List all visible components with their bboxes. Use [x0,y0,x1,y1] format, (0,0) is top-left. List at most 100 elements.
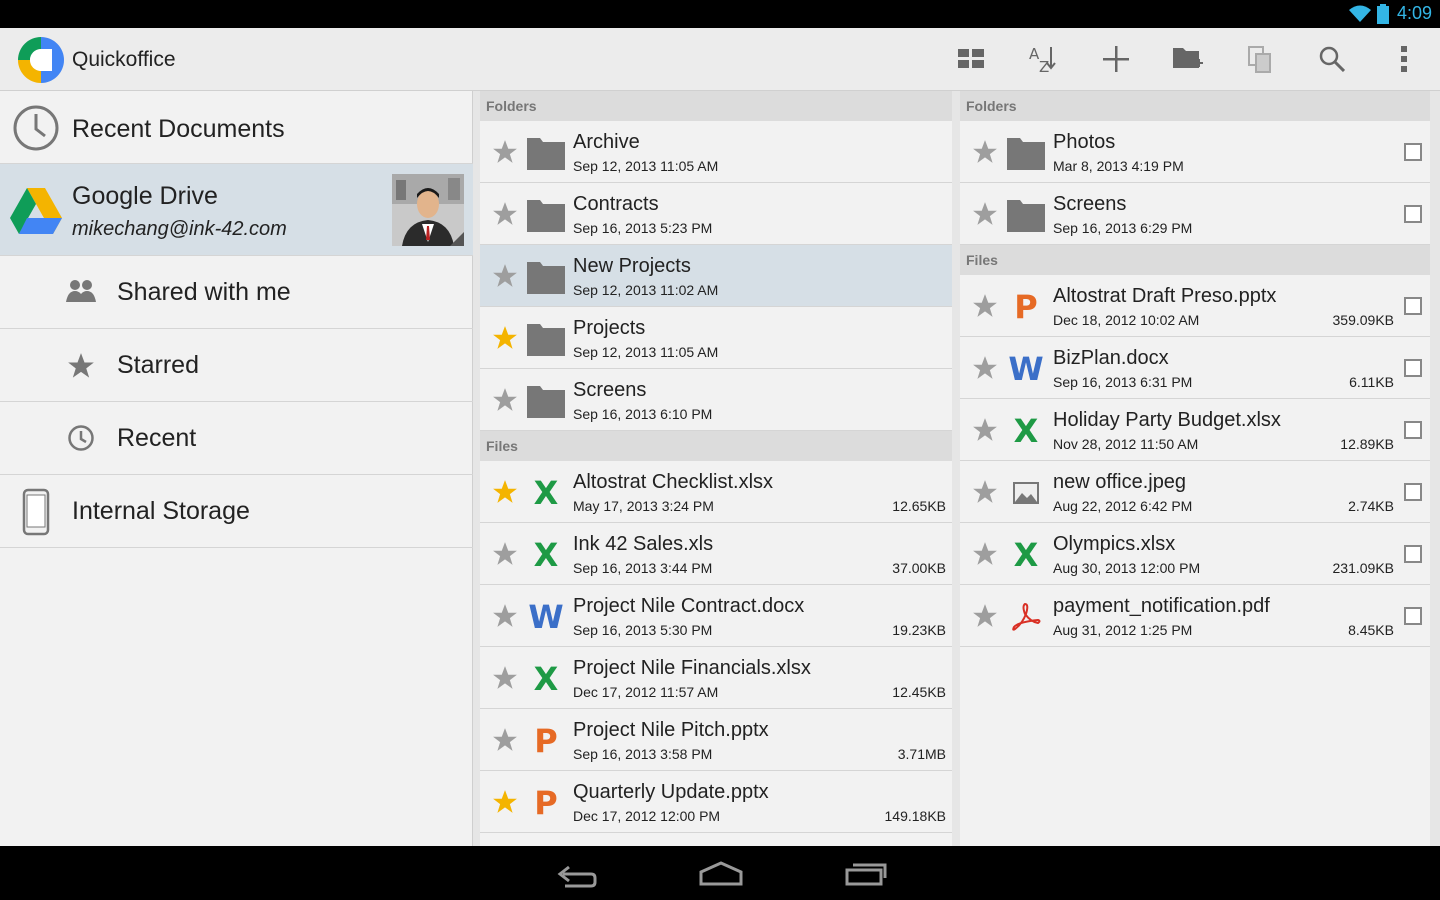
file-row[interactable]: P Project Nile Pitch.pptx Sep 16, 2013 3:5… [480,709,952,771]
star-outline-icon[interactable] [972,541,998,567]
file-row[interactable]: W Project Nile Contract.docx Sep 16, 2013 … [480,585,952,647]
navigation-drawer: Recent Documents Google Drive mikechang@… [0,91,473,846]
select-checkbox[interactable] [1404,143,1422,161]
star-filled-icon[interactable] [492,479,518,505]
new-folder-button[interactable] [1168,41,1208,77]
star-outline-icon[interactable] [492,541,518,567]
folder-row[interactable]: Archive Sep 12, 2013 11:05 AM [480,121,952,183]
item-date: Dec 17, 2012 12:00 PM [573,808,721,824]
star-outline-icon[interactable] [972,355,998,381]
file-type: W [1006,349,1046,389]
star-outline-icon[interactable] [972,603,998,629]
file-row[interactable]: W BizPlan.docx Sep 16, 2013 6:31 PM 6.11KB [960,337,1430,399]
star-outline-icon[interactable] [972,479,998,505]
file-row[interactable]: X Altostrat Checklist.xlsx May 17, 2013 3:… [480,461,952,523]
recents-button[interactable] [841,858,891,888]
file-type [1006,195,1046,235]
nav-recent[interactable]: Recent [0,402,473,475]
item-size: 8.45KB [1348,622,1394,638]
file-row[interactable]: X Holiday Party Budget.xlsx Nov 28, 2012 1… [960,399,1430,461]
item-date: Aug 22, 2012 6:42 PM [1053,498,1193,514]
select-checkbox[interactable] [1404,483,1422,501]
item-date: Dec 17, 2012 11:57 AM [573,684,719,700]
people-icon [66,280,96,302]
file-row[interactable]: P Altostrat Draft Preso.pptx Dec 18, 2012 … [960,275,1430,337]
powerpoint-file-icon: P [1014,288,1038,326]
drive-title: Google Drive [72,182,218,210]
star-outline-icon[interactable] [492,387,518,413]
section-header-folders: Folders [960,91,1430,121]
file-row[interactable]: X Project Nile Financials.xlsx Dec 17, 201… [480,647,952,709]
drive-account-email: mikechang@ink-42.com [72,218,287,240]
nav-recent-documents[interactable]: Recent Documents [0,91,473,164]
item-date: Sep 12, 2013 11:05 AM [573,158,719,174]
star-outline-icon[interactable] [492,727,518,753]
item-name: Quarterly Update.pptx [573,781,769,803]
search-icon [1319,46,1345,72]
item-size: 12.65KB [892,498,946,514]
item-name: payment_notification.pdf [1053,595,1270,617]
file-type [526,257,566,297]
star-outline-icon[interactable] [492,139,518,165]
folder-row[interactable]: Screens Sep 16, 2013 6:29 PM [960,183,1430,245]
star-outline-icon[interactable] [492,603,518,629]
star-outline-icon[interactable] [972,201,998,227]
nav-internal-storage[interactable]: Internal Storage [0,475,473,548]
item-date: Sep 16, 2013 5:30 PM [573,622,713,638]
view-toggle-button[interactable] [951,41,991,77]
item-date: Sep 16, 2013 3:44 PM [573,560,713,576]
item-name: Projects [573,317,646,339]
add-button[interactable] [1096,41,1136,77]
nav-label: Recent Documents [72,115,285,143]
excel-file-icon: X [1013,412,1039,450]
back-button[interactable] [551,858,601,888]
select-checkbox[interactable] [1404,205,1422,223]
star-outline-icon[interactable] [972,139,998,165]
search-button[interactable] [1312,41,1352,77]
file-type: X [526,535,566,575]
star-outline-icon[interactable] [492,263,518,289]
star-outline-icon[interactable] [492,665,518,691]
file-row[interactable]: X Olympics.xlsx Aug 30, 2013 12:00 PM 231.0… [960,523,1430,585]
select-checkbox[interactable] [1404,297,1422,315]
item-name: Archive [573,131,640,153]
folder-row[interactable]: Projects Sep 12, 2013 11:05 AM [480,307,952,369]
folder-icon [1007,200,1045,232]
star-icon [68,353,94,378]
folder-row[interactable]: New Projects Sep 12, 2013 11:02 AM [480,245,952,307]
item-name: New Projects [573,255,691,277]
select-checkbox[interactable] [1404,607,1422,625]
folder-row[interactable]: Screens Sep 16, 2013 6:10 PM [480,369,952,431]
folder-icon [527,262,565,294]
file-type: P [526,721,566,761]
overflow-menu-button[interactable] [1384,41,1424,77]
select-checkbox[interactable] [1404,545,1422,563]
pane-divider[interactable] [952,91,960,846]
select-checkbox[interactable] [1404,421,1422,439]
file-row[interactable]: new office.jpeg Aug 22, 2012 6:42 PM 2.74K… [960,461,1430,523]
star-filled-icon[interactable] [492,325,518,351]
star-filled-icon[interactable] [492,789,518,815]
sort-button[interactable]: AZ [1024,41,1064,77]
file-row[interactable]: X Ink 42 Sales.xls Sep 16, 2013 3:44 PM 37.… [480,523,952,585]
recents-icon [845,863,887,886]
nav-google-drive[interactable]: Google Drive mikechang@ink-42.com [0,164,473,256]
pane-divider [1430,91,1440,846]
star-outline-icon[interactable] [972,293,998,319]
folder-row[interactable]: Photos Mar 8, 2013 4:19 PM [960,121,1430,183]
home-button[interactable] [696,858,746,888]
file-row[interactable]: P Quarterly Update.pptx Dec 17, 2012 12:00… [480,771,952,833]
nav-starred[interactable]: Starred [0,329,473,402]
file-type: X [526,659,566,699]
nav-shared-with-me[interactable]: Shared with me [0,256,473,329]
clock-icon [68,425,94,451]
star-outline-icon[interactable] [972,417,998,443]
file-row[interactable]: payment_notification.pdf Aug 31, 2012 1:2… [960,585,1430,647]
file-type: P [1006,287,1046,327]
overflow-menu-icon [1401,46,1407,72]
folder-row[interactable]: Contracts Sep 16, 2013 5:23 PM [480,183,952,245]
star-outline-icon[interactable] [492,201,518,227]
item-size: 37.00KB [892,560,946,576]
copy-button[interactable] [1240,41,1280,77]
select-checkbox[interactable] [1404,359,1422,377]
